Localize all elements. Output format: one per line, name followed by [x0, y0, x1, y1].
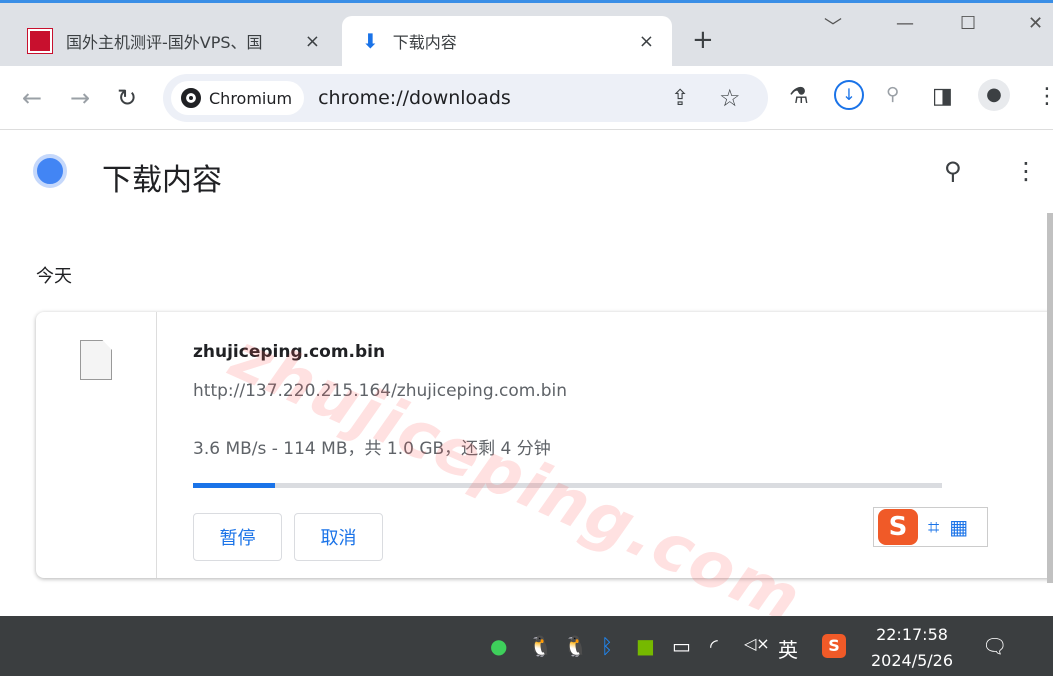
crop-icon[interactable]: ⌗ [928, 515, 939, 539]
site-favicon-icon [27, 28, 53, 54]
wifi-icon[interactable]: ◜ [710, 634, 718, 658]
volume-muted-icon[interactable]: ◁× [744, 634, 770, 653]
download-status: 3.6 MB/s - 114 MB，共 1.0 GB，还剩 4 分钟 [193, 439, 551, 459]
clock-time: 22:17:58 [876, 625, 948, 644]
tab-search-icon[interactable]: ﹀ [824, 13, 842, 39]
cancel-button[interactable]: 取消 [294, 513, 383, 561]
progress-bar [193, 483, 942, 488]
reload-icon[interactable]: ↻ [117, 84, 137, 112]
sogou-tray-icon[interactable]: S [822, 634, 846, 658]
profile-avatar-icon[interactable]: ● [978, 79, 1010, 111]
download-icon: ⬇ [362, 29, 379, 53]
ime-toolbar: S ⌗ ▦ [873, 507, 988, 547]
battery-icon[interactable]: ▭ [672, 634, 691, 658]
forward-icon[interactable]: → [70, 84, 90, 112]
clock-date: 2024/5/26 [870, 651, 954, 670]
tab-title: 国外主机测评-国外VPS、国 [66, 33, 263, 52]
site-chip-label: Chromium [209, 88, 293, 108]
toolbar: ← → ↻ Chromium chrome://downloads ⇪ ☆ ⚗ … [0, 66, 1053, 130]
bookmark-star-icon[interactable]: ☆ [719, 84, 741, 112]
tab-close-icon[interactable]: × [639, 31, 654, 52]
url-text[interactable]: chrome://downloads [318, 87, 511, 109]
tab-close-icon[interactable]: × [305, 31, 320, 52]
wechat-icon[interactable]: ● [490, 634, 507, 658]
clock[interactable]: 22:17:58 2024/5/26 [862, 622, 962, 674]
ime-language[interactable]: 英 [778, 634, 798, 663]
file-url[interactable]: http://137.220.215.164/zhujiceping.com.b… [193, 381, 567, 401]
search-icon[interactable]: ⚲ [944, 157, 962, 185]
chrome-logo-icon [33, 154, 67, 188]
tab-title: 下载内容 [392, 33, 457, 52]
side-panel-icon[interactable]: ◨ [932, 84, 953, 109]
tab-downloads[interactable]: ⬇ 下载内容 × [342, 16, 672, 66]
more-options-icon[interactable]: ⋮ [1014, 157, 1038, 185]
progress-fill [193, 483, 276, 488]
minimize-button[interactable]: — [896, 13, 914, 34]
new-tab-button[interactable]: + [692, 25, 714, 55]
tab-zhujiceping[interactable]: 国外主机测评-国外VPS、国 × [27, 16, 338, 66]
menu-kebab-icon[interactable]: ⋮ [1036, 84, 1053, 109]
pause-button[interactable]: 暂停 [193, 513, 282, 561]
chromium-icon [181, 88, 201, 108]
maximize-button[interactable]: ☐ [960, 13, 976, 34]
file-icon-area [36, 312, 157, 578]
file-name[interactable]: zhujiceping.com.bin [193, 342, 385, 362]
sogou-logo-icon[interactable]: S [878, 509, 918, 545]
back-icon[interactable]: ← [22, 84, 42, 112]
page-title: 下载内容 [102, 163, 222, 198]
notification-icon[interactable]: 🗨 [982, 634, 1007, 658]
scrollbar[interactable] [1047, 213, 1053, 583]
taskbar: ● 🐧 🐧 ᛒ ■ ▭ ◜ ◁× 英 S 22:17:58 2024/5/26 … [0, 616, 1053, 676]
file-icon [80, 340, 112, 380]
labs-flask-icon[interactable]: ⚗ [789, 84, 809, 109]
close-window-button[interactable]: ✕ [1028, 13, 1043, 34]
qq-icon-2[interactable]: 🐧 [563, 634, 588, 658]
site-chip[interactable]: Chromium [171, 81, 305, 115]
downloads-icon[interactable]: ↓ [834, 80, 864, 110]
zoom-icon[interactable]: ⚲ [886, 84, 899, 105]
address-bar[interactable]: Chromium chrome://downloads ⇪ ☆ [163, 74, 768, 122]
qq-icon[interactable]: 🐧 [528, 634, 553, 658]
tab-strip: 国外主机测评-国外VPS、国 × ⬇ 下载内容 × + ﹀ — ☐ ✕ [0, 3, 1053, 66]
share-icon[interactable]: ⇪ [671, 86, 689, 111]
downloads-header: 下载内容 ⚲ ⋮ [0, 131, 1053, 217]
nvidia-icon[interactable]: ■ [636, 634, 655, 658]
date-group-label: 今天 [36, 266, 72, 287]
bluetooth-icon[interactable]: ᛒ [601, 634, 613, 658]
grid-icon[interactable]: ▦ [949, 515, 968, 539]
